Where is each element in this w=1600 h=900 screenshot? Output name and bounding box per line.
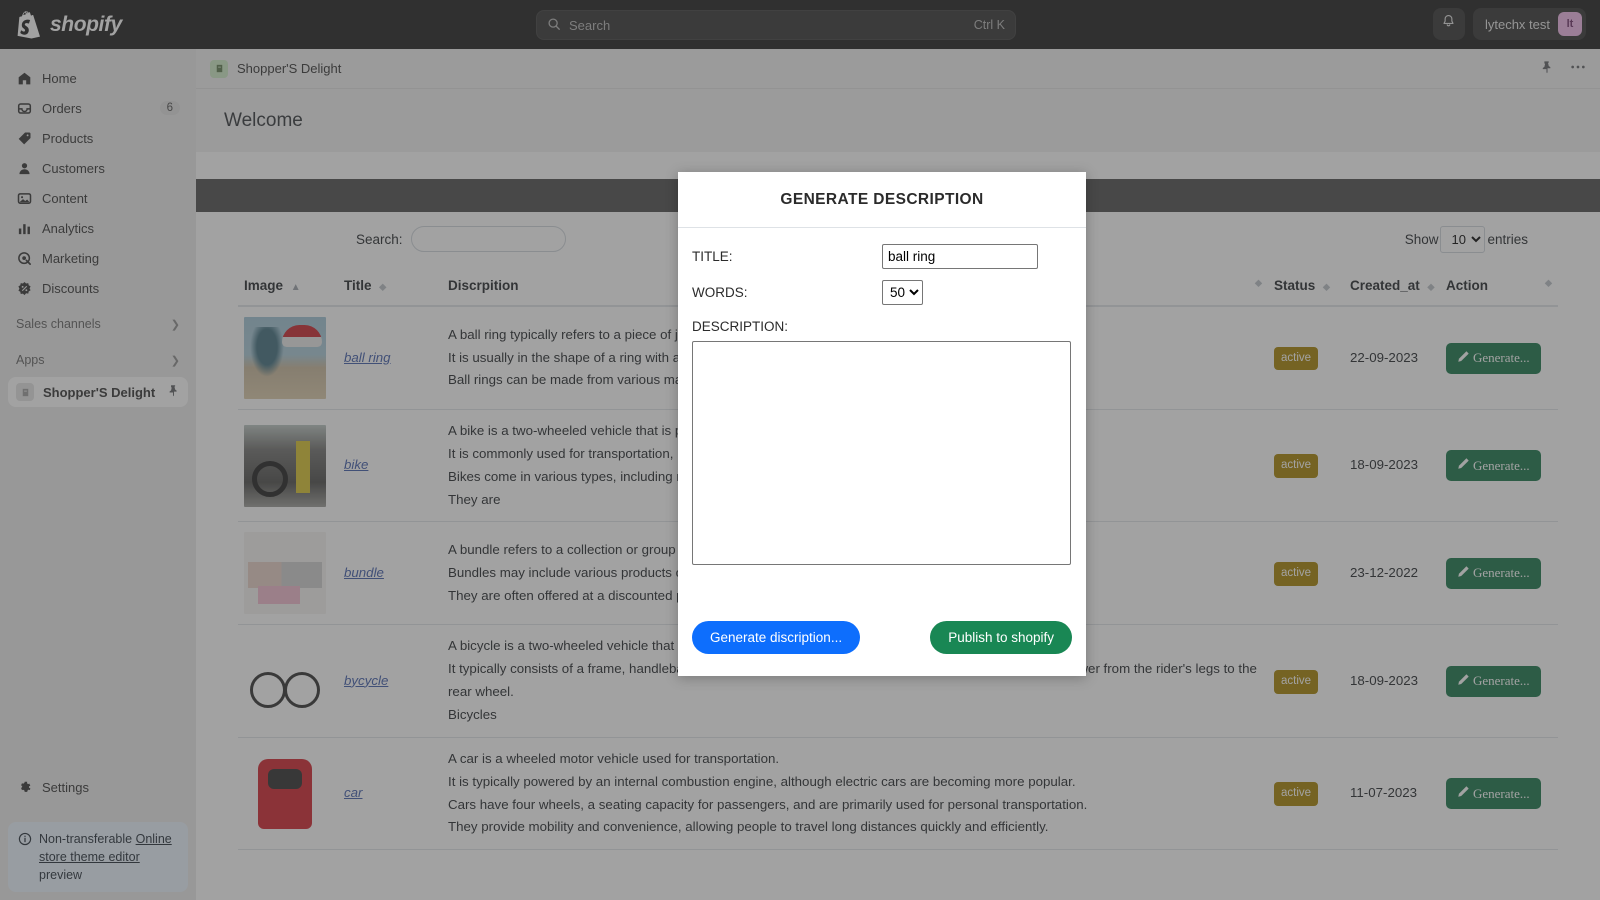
modal-description-label: DESCRIPTION: bbox=[692, 319, 789, 334]
publish-to-shopify-button[interactable]: Publish to shopify bbox=[930, 621, 1072, 654]
modal-header: GENERATE DESCRIPTION bbox=[678, 172, 1086, 228]
modal-words-select[interactable]: 50 bbox=[882, 280, 923, 305]
modal-words-label: WORDS: bbox=[692, 285, 748, 300]
modal-title-input[interactable] bbox=[882, 244, 1038, 269]
generate-description-button[interactable]: Generate discription... bbox=[692, 621, 861, 654]
generate-description-modal: GENERATE DESCRIPTION TITLE: WORDS: 50 DE… bbox=[678, 172, 1086, 676]
modal-body: TITLE: WORDS: 50 DESCRIPTION: bbox=[678, 228, 1086, 601]
modal-title: GENERATE DESCRIPTION bbox=[780, 190, 984, 208]
modal-title-label: TITLE: bbox=[692, 249, 733, 264]
modal-title-row: TITLE: bbox=[692, 244, 1072, 269]
modal-words-row: WORDS: 50 bbox=[692, 280, 1072, 305]
modal-description-textarea[interactable] bbox=[692, 341, 1071, 565]
modal-footer-actions: Generate discription... Publish to shopi… bbox=[678, 601, 1086, 676]
